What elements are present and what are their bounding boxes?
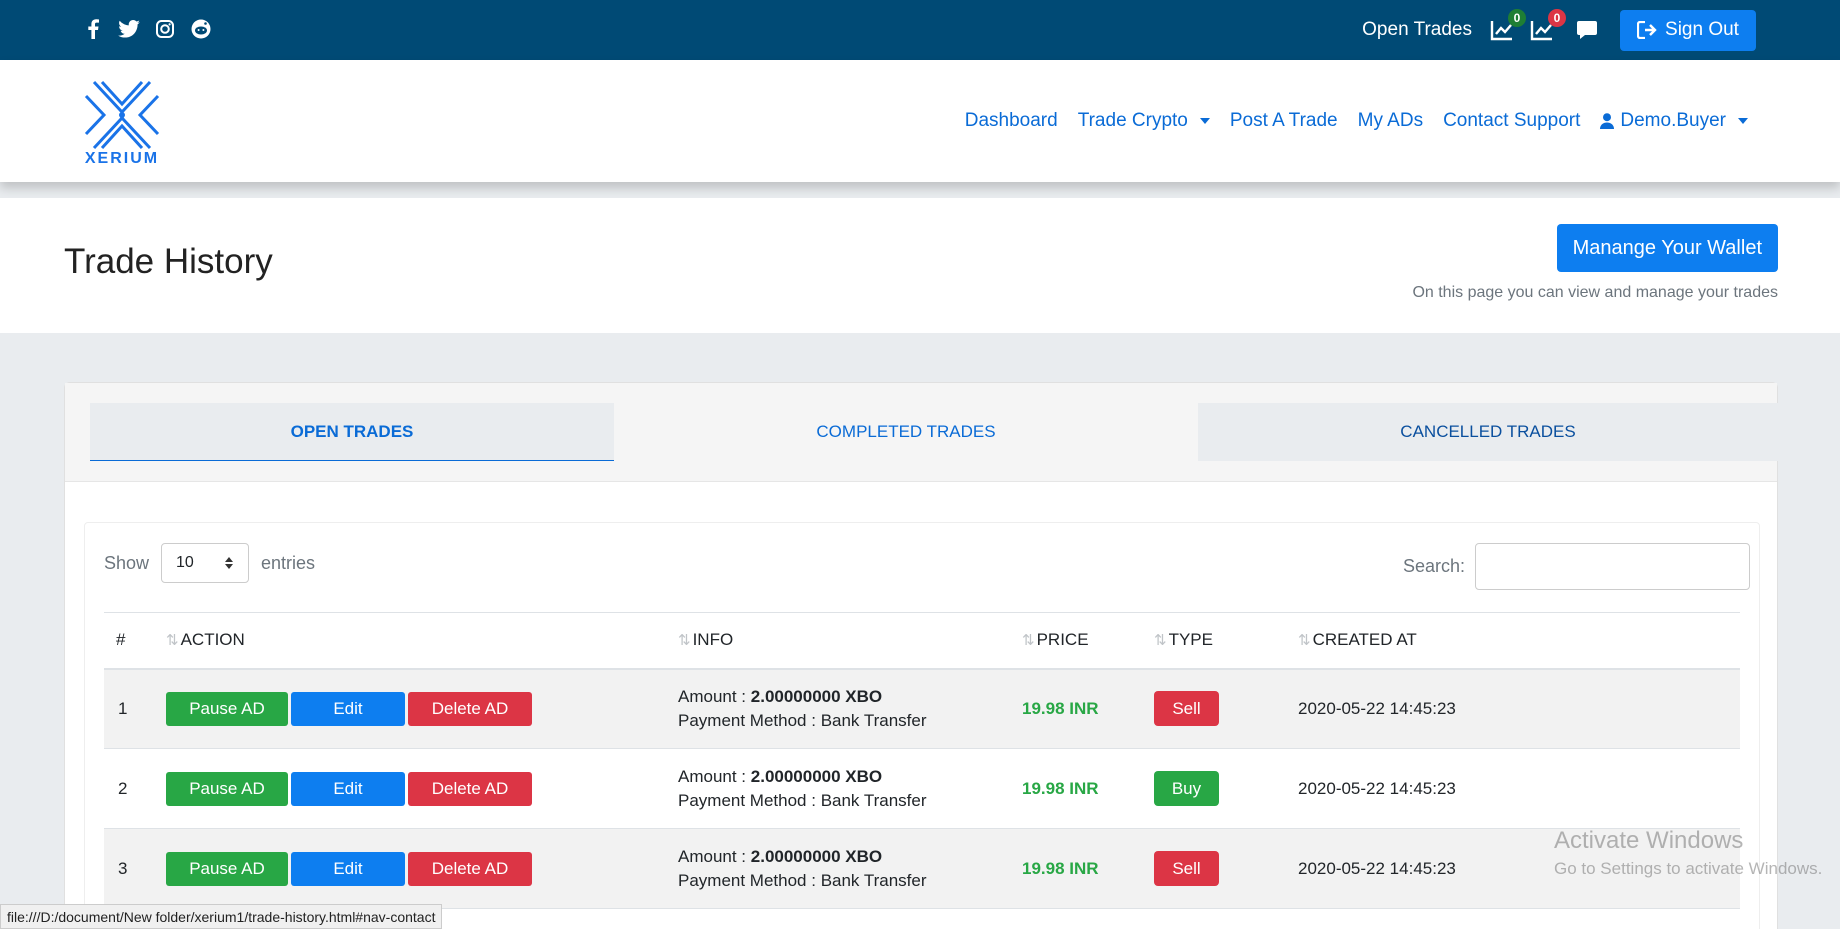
table-header-row: # ⇅ ACTION ⇅ INFO ⇅ PRICE ⇅ TYPE ⇅ CREATED AT	[104, 612, 1740, 669]
col-header-type[interactable]: ⇅ TYPE	[1154, 613, 1298, 669]
col-header-info[interactable]: ⇅ INFO	[678, 613, 1022, 669]
nav-contact-support[interactable]: Contact Support	[1443, 110, 1580, 132]
sign-out-label: Sign Out	[1665, 19, 1739, 40]
row-created-at: 2020-05-22 14:45:23	[1298, 698, 1456, 718]
tab-open-trades[interactable]: OPEN TRADES	[90, 403, 614, 461]
pause-ad-button[interactable]: Pause AD	[166, 851, 288, 886]
search-input[interactable]	[1475, 543, 1750, 590]
type-badge: Buy	[1154, 771, 1219, 806]
row-price: 19.98 INR	[1022, 698, 1099, 718]
top-right-menu: Open Trades 0 0 Sign Out	[1362, 0, 1756, 60]
row-number: 3	[118, 858, 128, 878]
pause-ad-button[interactable]: Pause AD	[166, 691, 288, 726]
trade-tabs: OPEN TRADES COMPLETED TRADES CANCELLED T…	[65, 383, 1778, 482]
show-label: Show	[104, 552, 150, 573]
open-trades-link[interactable]: Open Trades	[1362, 19, 1472, 41]
nav-trade-crypto[interactable]: Trade Crypto	[1078, 110, 1210, 132]
nav-post-trade[interactable]: Post A Trade	[1230, 110, 1338, 132]
row-amount: 2.00000000 XBO	[750, 846, 883, 866]
nav-trade-crypto-label: Trade Crypto	[1077, 110, 1188, 131]
row-number: 1	[118, 698, 128, 718]
col-header-num[interactable]: #	[104, 613, 166, 669]
delete-ad-button[interactable]: Delete AD	[408, 771, 532, 806]
col-header-price[interactable]: ⇅ PRICE	[1022, 613, 1154, 669]
entries-control: Show 10 entries	[104, 543, 315, 583]
twitter-icon[interactable]	[118, 18, 140, 40]
buy-trades-count-badge: 0	[1508, 9, 1526, 27]
reddit-icon[interactable]	[190, 18, 212, 40]
col-header-action[interactable]: ⇅ ACTION	[166, 613, 678, 669]
facebook-icon[interactable]	[82, 18, 104, 40]
logo-text: XERIUM	[84, 150, 160, 167]
edit-button[interactable]: Edit	[291, 691, 405, 726]
delete-ad-button[interactable]: Delete AD	[408, 691, 532, 726]
page-title: Trade History	[64, 242, 273, 281]
nav-user-menu[interactable]: Demo.Buyer	[1600, 110, 1748, 132]
row-created-at: 2020-05-22 14:45:23	[1298, 778, 1456, 798]
activate-windows-watermark: Activate Windows Go to Settings to activ…	[1554, 827, 1822, 879]
row-actions: Pause AD Edit Delete AD	[166, 829, 678, 909]
nav-my-ads[interactable]: My ADs	[1358, 110, 1423, 132]
type-badge: Sell	[1154, 691, 1219, 727]
pause-ad-button[interactable]: Pause AD	[166, 771, 288, 806]
trades-card: OPEN TRADES COMPLETED TRADES CANCELLED T…	[64, 382, 1778, 929]
delete-ad-button[interactable]: Delete AD	[408, 851, 532, 886]
row-type: Buy	[1154, 749, 1298, 829]
table-row: 2 Pause AD Edit Delete AD Amount : 2.00000…	[104, 749, 1740, 829]
nav-dashboard[interactable]: Dashboard	[965, 110, 1058, 132]
row-actions: Pause AD Edit Delete AD	[166, 749, 678, 829]
col-header-created-at[interactable]: ⇅ CREATED AT	[1298, 613, 1740, 669]
watermark-subtitle: Go to Settings to activate Windows.	[1554, 859, 1823, 878]
row-type: Sell	[1154, 829, 1298, 909]
row-info: Amount : 2.00000000 XBO Payment Method :…	[678, 766, 927, 810]
user-icon	[1600, 113, 1615, 129]
sort-updown-icon	[225, 557, 234, 569]
watermark-title: Activate Windows	[1554, 827, 1744, 854]
social-links	[82, 18, 212, 40]
entries-select-value: 10	[176, 554, 194, 571]
row-payment-method: Bank Transfer	[820, 710, 927, 730]
main-navbar: XERIUM Dashboard Trade Crypto Post A Tra…	[0, 60, 1840, 182]
row-type: Sell	[1154, 669, 1298, 749]
sell-trades-chart-icon[interactable]: 0	[1530, 9, 1566, 41]
edit-button[interactable]: Edit	[291, 771, 405, 806]
page-header: Trade History Manange Your Wallet On thi…	[0, 198, 1840, 333]
row-amount: 2.00000000 XBO	[750, 686, 883, 706]
row-info: Amount : 2.00000000 XBO Payment Method :…	[678, 846, 927, 890]
nav-user-label: Demo.Buyer	[1620, 110, 1726, 131]
page-subtitle: On this page you can view and manage you…	[1412, 284, 1778, 301]
chat-icon[interactable]	[1576, 19, 1600, 41]
type-badge: Sell	[1154, 851, 1219, 886]
buy-trades-chart-icon[interactable]: 0	[1490, 9, 1526, 41]
instagram-icon[interactable]	[154, 18, 176, 40]
status-bar-url: file:///D:/document/New folder/xerium1/t…	[0, 904, 443, 929]
row-actions: Pause AD Edit Delete AD	[166, 669, 678, 749]
tab-cancelled-trades[interactable]: CANCELLED TRADES	[1198, 403, 1778, 461]
row-price: 19.98 INR	[1022, 778, 1099, 798]
table-row: 1 Pause AD Edit Delete AD Amount : 2.00000…	[104, 668, 1740, 749]
entries-label: entries	[261, 552, 316, 573]
chevron-down-icon	[1199, 118, 1210, 124]
sign-out-button[interactable]: Sign Out	[1620, 9, 1756, 51]
tab-completed-trades[interactable]: COMPLETED TRADES	[614, 403, 1198, 461]
row-amount: 2.00000000 XBO	[750, 766, 883, 786]
row-price: 19.98 INR	[1022, 858, 1099, 878]
row-payment-method: Bank Transfer	[820, 870, 927, 890]
row-number: 2	[118, 778, 128, 798]
row-info: Amount : 2.00000000 XBO Payment Method :…	[678, 686, 927, 730]
table-row: 3 Pause AD Edit Delete AD Amount : 2.00000…	[104, 828, 1740, 909]
nav-links: Dashboard Trade Crypto Post A Trade My A…	[965, 60, 1748, 182]
top-bar: Open Trades 0 0 Sign Out	[0, 0, 1840, 60]
search-label: Search:	[1402, 556, 1465, 576]
table-search: Search:	[1403, 543, 1750, 590]
chevron-down-icon	[1738, 118, 1748, 124]
manage-wallet-button[interactable]: Manange Your Wallet	[1556, 224, 1778, 272]
entries-select[interactable]: 10	[161, 543, 250, 583]
trades-table: # ⇅ ACTION ⇅ INFO ⇅ PRICE ⇅ TYPE ⇅ CREATED AT…	[104, 612, 1740, 909]
edit-button[interactable]: Edit	[291, 851, 405, 886]
row-payment-method: Bank Transfer	[820, 790, 927, 810]
sell-trades-count-badge: 0	[1548, 9, 1566, 27]
sign-out-icon	[1637, 21, 1657, 39]
trades-table-container: Show 10 entries Search: # ⇅ ACTION ⇅ INFO …	[84, 522, 1760, 929]
